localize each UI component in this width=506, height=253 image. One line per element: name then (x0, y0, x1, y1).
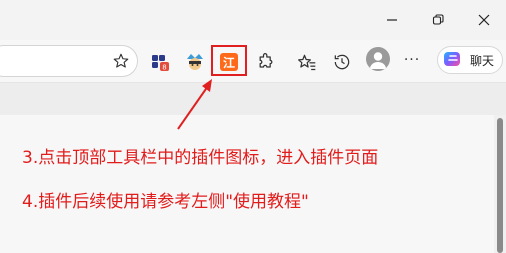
star-icon (113, 53, 129, 68)
close-icon (478, 14, 490, 26)
user-icon (370, 52, 386, 69)
maximize-button[interactable] (415, 0, 461, 40)
title-bar (0, 0, 506, 40)
scrollbar-thumb[interactable] (497, 118, 503, 253)
copilot-chat-button[interactable]: 聊天 (437, 46, 503, 74)
more-icon: ··· (403, 52, 421, 68)
profile-avatar[interactable] (366, 47, 390, 71)
extension-badge-count: 8 (162, 64, 166, 72)
copilot-icon (444, 52, 460, 66)
close-button[interactable] (461, 0, 506, 40)
minimize-icon (387, 19, 397, 21)
extensions-puzzle-icon (259, 53, 273, 68)
chat-label: 聊天 (470, 53, 495, 68)
browser-toolbar: 8 江 (0, 40, 506, 82)
history-button[interactable] (328, 48, 356, 76)
favorite-button[interactable] (108, 48, 134, 74)
extension-avatar-icon (187, 54, 203, 70)
more-button[interactable]: ··· (398, 46, 426, 74)
extensions-button[interactable] (252, 48, 280, 76)
history-icon (334, 54, 350, 70)
extension-badge-button[interactable]: 8 (146, 48, 174, 76)
instruction-line-1: 3.点击顶部工具栏中的插件图标，进入插件页面 (22, 148, 379, 168)
minimize-button[interactable] (369, 0, 415, 40)
highlight-box (211, 45, 247, 76)
restore-icon (432, 14, 444, 25)
favorites-button[interactable] (293, 48, 321, 76)
instruction-line-2: 4.插件后续使用请参考左侧"使用教程" (22, 192, 309, 212)
page-content (0, 115, 506, 253)
extension-avatar-button[interactable] (181, 48, 209, 76)
page-header-strip (0, 83, 506, 115)
favorites-list-icon (298, 54, 316, 71)
extension-badge-icon: 8 (152, 55, 169, 72)
